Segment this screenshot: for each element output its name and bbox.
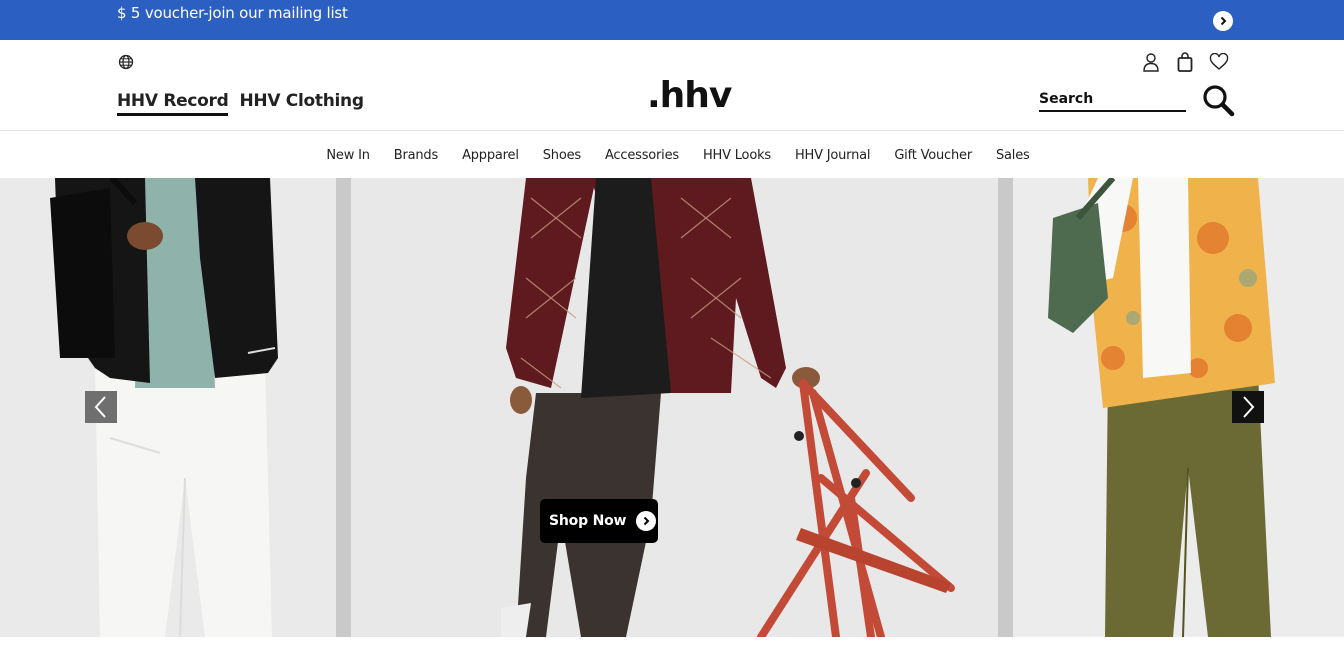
site-header: HHV Record HHV Clothing .hhv <box>0 40 1344 131</box>
search-icon[interactable] <box>1201 83 1235 117</box>
nav-item-accessories[interactable]: Accessories <box>605 148 679 163</box>
chevron-right-icon <box>636 511 657 531</box>
shop-now-label: Shop Now <box>549 513 627 529</box>
promo-bar: $ 5 voucher-join our mailing list <box>0 0 1344 40</box>
nav-item-sales[interactable]: Sales <box>996 148 1030 163</box>
user-icon[interactable] <box>1141 51 1161 73</box>
nav-item-apparel[interactable]: Appparel <box>462 148 519 163</box>
carousel-next-button[interactable] <box>1232 391 1264 423</box>
chevron-left-icon <box>94 396 106 418</box>
hero-slide-left-image[interactable] <box>0 178 336 637</box>
search-field <box>1039 88 1186 112</box>
nav-item-new-in[interactable]: New In <box>326 148 370 163</box>
promo-text[interactable]: $ 5 voucher-join our mailing list <box>117 4 348 22</box>
store-tabs: HHV Record HHV Clothing <box>117 91 364 116</box>
header-icons <box>1141 51 1229 73</box>
nav-item-shoes[interactable]: Shoes <box>543 148 581 163</box>
bag-icon[interactable] <box>1175 51 1195 73</box>
hero-slide-main-image[interactable] <box>351 178 998 637</box>
chevron-right-icon <box>1243 396 1255 418</box>
search-input[interactable] <box>1039 88 1186 110</box>
slide-divider <box>998 178 1013 637</box>
hero-slide-right-image[interactable] <box>1013 178 1344 637</box>
globe-icon[interactable] <box>117 53 135 71</box>
nav-item-hhv-looks[interactable]: HHV Looks <box>703 148 771 163</box>
chevron-right-icon <box>1220 16 1227 26</box>
site-logo[interactable]: .hhv <box>647 78 732 114</box>
tab-hhv-clothing[interactable]: HHV Clothing <box>239 91 364 116</box>
tab-hhv-record[interactable]: HHV Record <box>117 91 229 116</box>
promo-next-button[interactable] <box>1213 11 1233 31</box>
nav-item-gift-voucher[interactable]: Gift Voucher <box>894 148 972 163</box>
shop-now-button[interactable]: Shop Now <box>540 499 658 543</box>
main-nav: New In Brands Appparel Shoes Accessories… <box>0 132 1344 178</box>
heart-icon[interactable] <box>1209 51 1229 73</box>
hero-carousel: Shop Now <box>0 178 1344 637</box>
carousel-prev-button[interactable] <box>85 391 117 423</box>
nav-item-brands[interactable]: Brands <box>394 148 438 163</box>
slide-divider <box>336 178 351 637</box>
nav-item-hhv-journal[interactable]: HHV Journal <box>795 148 871 163</box>
